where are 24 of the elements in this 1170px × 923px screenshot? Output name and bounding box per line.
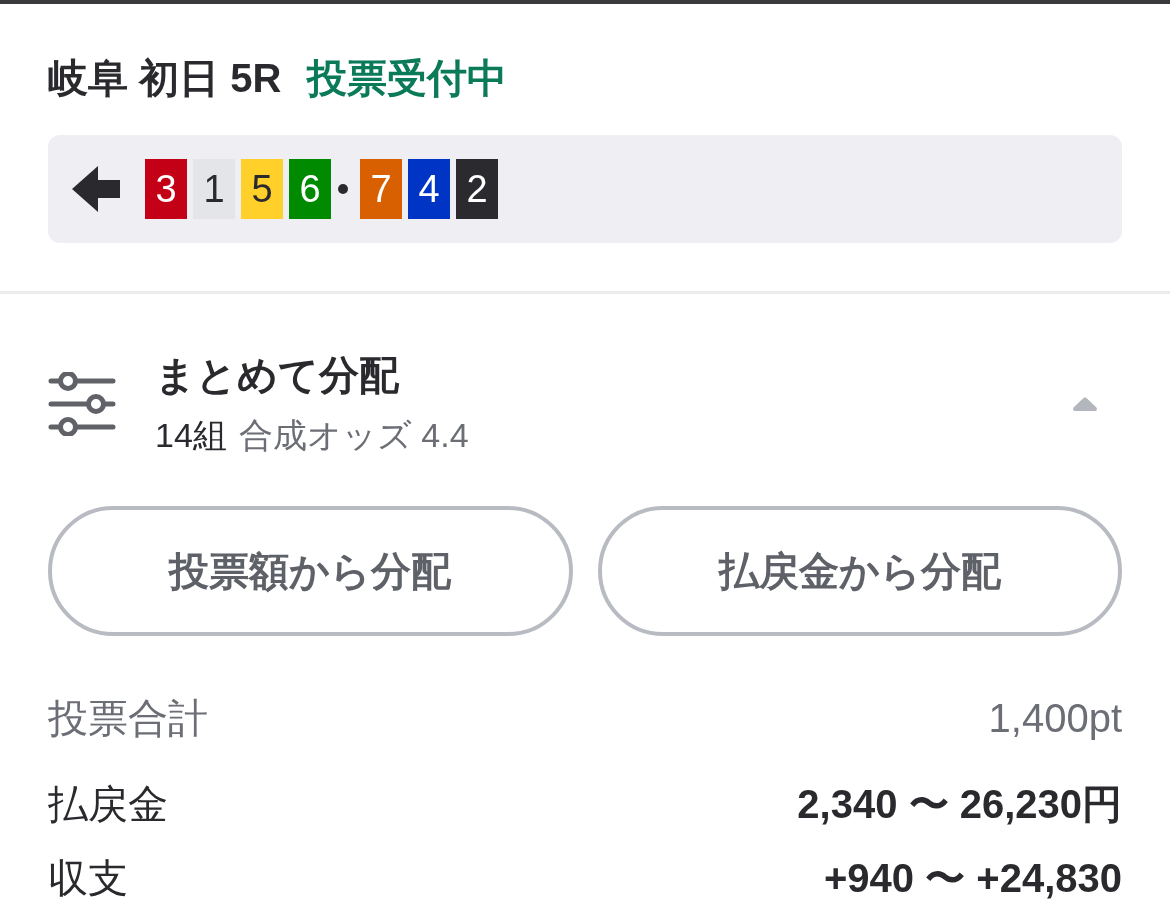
combination-count: 14組 xyxy=(155,415,227,456)
left-arrow-icon xyxy=(72,166,120,212)
number-tile: 7 xyxy=(360,159,402,219)
number-tile: 5 xyxy=(241,159,283,219)
summary-label: 払戻金 xyxy=(48,780,168,828)
sliders-icon xyxy=(48,372,116,436)
summary-value: 1,400pt xyxy=(988,695,1122,741)
summary-label: 投票合計 xyxy=(48,694,208,742)
summary-value: +940 〜 +24,830 xyxy=(823,854,1122,902)
number-tile: 3 xyxy=(145,159,187,219)
summary-value: 2,340 〜 26,230円 xyxy=(797,780,1122,828)
distribute-button[interactable]: 投票額から分配 xyxy=(48,506,573,636)
distribute-button[interactable]: 払戻金から分配 xyxy=(597,506,1122,636)
number-tile: 6 xyxy=(289,159,331,219)
race-title: 岐阜 初日 5R xyxy=(48,55,282,102)
distribution-title: まとめて分配 xyxy=(155,352,400,399)
number-tile: 1 xyxy=(193,159,235,219)
combined-odds: 合成オッズ 4.4 xyxy=(238,415,469,456)
number-tile: 4 xyxy=(408,159,450,219)
number-tile: 2 xyxy=(456,159,498,219)
caret-icon[interactable] xyxy=(1072,397,1098,411)
race-status: 投票受付中 xyxy=(307,55,508,102)
dot-icon xyxy=(338,184,348,194)
summary-label: 収支 xyxy=(48,854,128,902)
